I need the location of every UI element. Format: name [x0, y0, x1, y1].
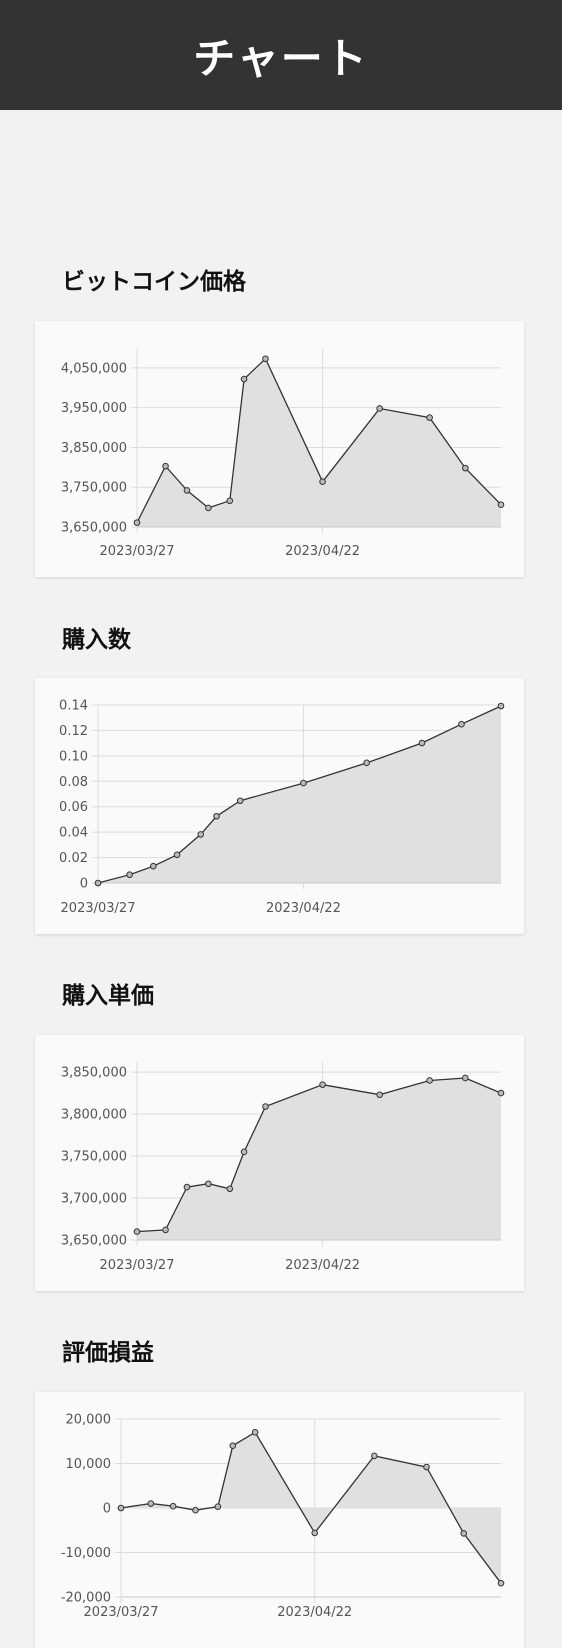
y-tick-label: 20,000: [66, 1413, 112, 1428]
data-point: [240, 1148, 248, 1156]
y-tick-label: 3,750,000: [61, 481, 127, 496]
x-tick-label: 2023/04/22: [285, 1258, 360, 1273]
bitcoin-price-chart: 3,650,000 3,750,000 3,850,000 3,950,000 4,05…: [61, 348, 505, 559]
data-point: [251, 1429, 259, 1436]
page-header: チャート: [0, 0, 562, 110]
section-title-bitcoin-price: ビットコイン価格: [62, 269, 246, 295]
x-tick-label: 2023/03/27: [84, 1605, 159, 1620]
data-point: [236, 797, 244, 805]
data-point: [426, 1077, 433, 1084]
data-point: [376, 405, 383, 412]
data-point: [371, 1452, 378, 1460]
y-tick-label: 3,850,000: [61, 1066, 127, 1081]
y-tick-label: 10,000: [66, 1457, 112, 1472]
data-point: [462, 1074, 469, 1082]
data-point: [497, 1089, 505, 1097]
y-tick-label: 0: [103, 1502, 111, 1517]
data-point: [169, 1502, 177, 1510]
data-point: [147, 1500, 155, 1507]
data-point: [94, 879, 102, 887]
purchase-amount-chart: 0 0.02 0.04 0.06 0.08 0.10 0.12 0.14 2023/03/27 2…: [59, 699, 505, 916]
data-point: [363, 759, 370, 767]
data-point: [214, 1503, 222, 1510]
y-tick-label: 0.08: [59, 775, 88, 790]
data-point: [133, 1228, 141, 1235]
x-tick-label: 2023/04/22: [266, 901, 341, 916]
data-point: [458, 720, 465, 728]
data-point: [162, 462, 169, 470]
x-tick-label: 2023/04/22: [277, 1605, 352, 1620]
y-tick-label: 3,650,000: [61, 1234, 127, 1249]
y-tick-label: 0.06: [59, 800, 88, 815]
data-point: [423, 1463, 430, 1471]
y-tick-label: -10,000: [61, 1546, 111, 1561]
data-point: [319, 1081, 326, 1088]
data-point: [497, 501, 505, 509]
data-point: [192, 1506, 199, 1514]
y-tick-label: 0.14: [59, 699, 88, 714]
chart-card-unrealized-pnl: -20,000 -10,000 0 10,000 20,000 2023/03/27 202…: [35, 1392, 524, 1648]
chart-card-purchase-amount: 0 0.02 0.04 0.06 0.08 0.10 0.12 0.14 2023/03/27 2…: [35, 678, 524, 934]
data-point: [311, 1529, 319, 1537]
y-tick-label: 3,850,000: [61, 441, 127, 456]
page-title: チャート: [193, 33, 369, 83]
data-point: [150, 862, 157, 870]
data-point: [497, 702, 505, 710]
section-title-unit-price: 購入単価: [62, 983, 154, 1009]
chart-card-unit-price: 3,650,000 3,700,000 3,750,000 3,800,000 3,85…: [35, 1035, 524, 1291]
data-point: [197, 831, 205, 838]
data-point: [205, 1180, 212, 1188]
data-point: [133, 519, 141, 526]
data-point: [462, 464, 469, 472]
data-point: [226, 497, 234, 505]
y-tick-label: 3,750,000: [61, 1150, 127, 1165]
data-point: [426, 414, 433, 421]
x-tick-label: 2023/03/27: [100, 1258, 175, 1273]
area-fill: [98, 706, 501, 883]
y-tick-label: 0.04: [59, 826, 88, 841]
data-point: [229, 1442, 237, 1450]
data-point: [226, 1185, 234, 1193]
data-point: [126, 871, 133, 879]
data-point: [376, 1091, 383, 1099]
y-tick-label: 0.10: [59, 749, 88, 764]
y-tick-label: 3,800,000: [61, 1108, 127, 1123]
data-point: [460, 1530, 468, 1537]
area-fill: [137, 1078, 501, 1240]
y-tick-label: 0.02: [59, 851, 88, 866]
data-point: [205, 504, 212, 512]
data-point: [262, 355, 269, 363]
data-point: [319, 478, 326, 485]
x-tick-label: 2023/04/22: [285, 544, 360, 559]
data-point: [183, 1183, 191, 1191]
data-point: [173, 851, 181, 859]
y-tick-label: 4,050,000: [61, 361, 127, 376]
data-point: [162, 1226, 169, 1234]
data-point: [183, 487, 191, 494]
x-tick-label: 2023/03/27: [100, 544, 175, 559]
data-point: [300, 779, 307, 787]
y-tick-label: 0.12: [59, 724, 88, 739]
y-tick-label: 3,700,000: [61, 1192, 127, 1207]
data-point: [117, 1504, 125, 1512]
x-tick-label: 2023/03/27: [61, 901, 136, 916]
data-point: [497, 1579, 505, 1587]
unrealized-pnl-chart: -20,000 -10,000 0 10,000 20,000 2023/03/27 202…: [61, 1413, 505, 1620]
unit-price-chart: 3,650,000 3,700,000 3,750,000 3,800,000 3,85…: [61, 1062, 505, 1273]
section-title-unrealized-pnl: 評価損益: [62, 1340, 154, 1366]
y-tick-label: 3,950,000: [61, 401, 127, 416]
section-title-purchase-amount: 購入数: [62, 627, 131, 653]
data-point: [213, 812, 220, 820]
data-point: [418, 739, 426, 747]
data-point: [240, 375, 248, 383]
y-tick-label: 0: [80, 877, 88, 892]
data-point: [262, 1103, 269, 1110]
y-tick-label: 3,650,000: [61, 521, 127, 536]
chart-card-bitcoin-price: 3,650,000 3,750,000 3,850,000 3,950,000 4,05…: [35, 321, 524, 577]
area-fill: [137, 358, 501, 527]
y-tick-label: -20,000: [61, 1591, 111, 1606]
